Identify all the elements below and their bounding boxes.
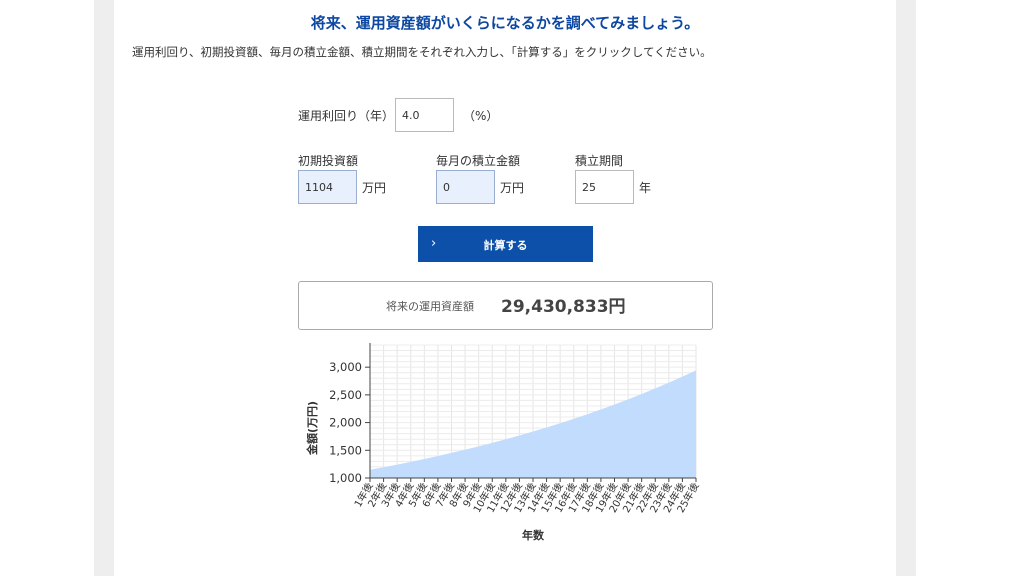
- x-axis-ticks: 1年後2年後3年後4年後5年後6年後7年後8年後9年後10年後11年後12年後1…: [351, 478, 702, 515]
- result-box: 将来の運用資産額 29,430,833円: [298, 281, 713, 330]
- period-input[interactable]: [575, 170, 634, 204]
- period-label: 積立期間: [575, 154, 624, 168]
- left-margin-band: [94, 0, 114, 576]
- monthly-contribution-input[interactable]: [436, 170, 495, 204]
- rate-input[interactable]: [395, 98, 454, 132]
- calculate-button-label: 計算する: [483, 239, 528, 252]
- calculate-button[interactable]: › 計算する: [418, 226, 593, 262]
- asset-growth-chart: 1,000 1,500 2,000 2,500 3,000 1年後2年後3年後4年後5年…: [305, 343, 702, 542]
- initial-investment-unit: 万円: [362, 181, 387, 195]
- y-tick-label: 1,500: [329, 443, 362, 457]
- y-tick-label: 2,500: [329, 388, 362, 402]
- y-tick-label: 1,000: [329, 471, 362, 485]
- right-margin-band: [896, 0, 916, 576]
- page-title: 将来、運用資産額がいくらになるかを調べてみましょう。: [310, 14, 700, 32]
- result-value: 29,430,833円: [501, 297, 626, 317]
- rate-label: 運用利回り（年）: [298, 109, 395, 123]
- y-axis-label: 金額(万円): [305, 401, 319, 456]
- y-tick-label: 2,000: [329, 416, 362, 430]
- monthly-contribution-unit: 万円: [500, 181, 525, 195]
- x-axis-label: 年数: [522, 528, 545, 542]
- y-axis-ticks: 1,000 1,500 2,000 2,500 3,000: [329, 360, 370, 485]
- initial-investment-input[interactable]: [298, 170, 357, 204]
- result-label: 将来の運用資産額: [386, 300, 474, 313]
- instructions-text: 運用利回り、初期投資額、毎月の積立金額、積立期間をそれぞれ入力し、「計算する」を…: [132, 45, 712, 59]
- period-unit: 年: [639, 181, 652, 195]
- initial-investment-label: 初期投資額: [298, 154, 359, 168]
- monthly-contribution-label: 毎月の積立金額: [436, 154, 521, 168]
- rate-unit: （%）: [463, 109, 499, 123]
- y-tick-label: 3,000: [329, 360, 362, 374]
